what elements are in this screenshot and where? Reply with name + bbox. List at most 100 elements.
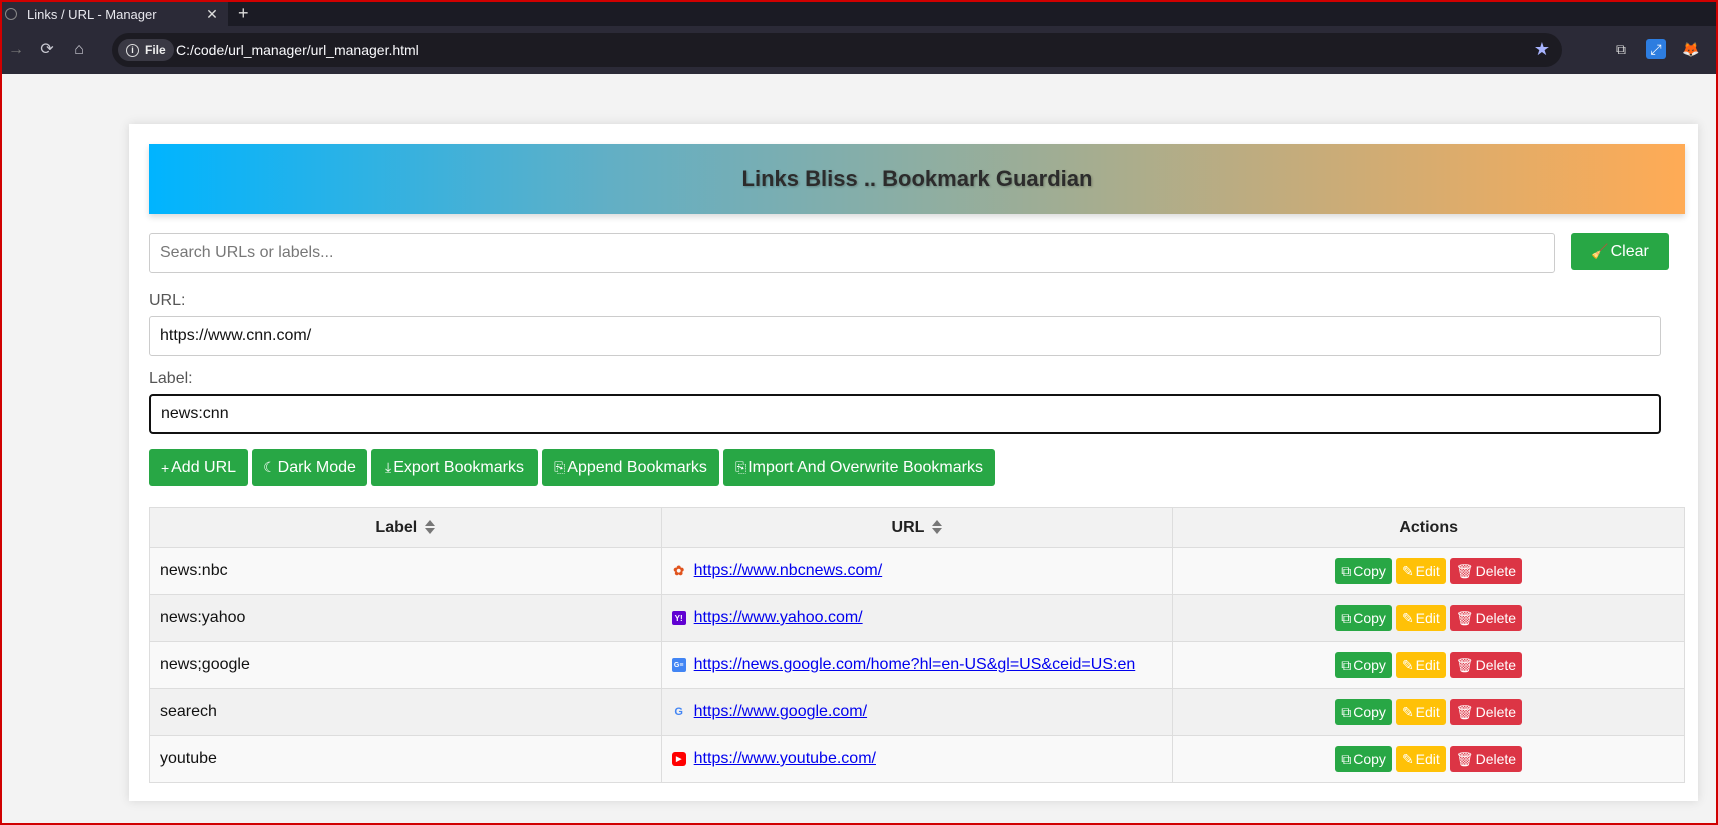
delete-button[interactable]: 🗑 Delete: [1449, 558, 1523, 584]
delete-label: Delete: [1475, 704, 1517, 720]
label-column-header[interactable]: Label: [149, 507, 662, 548]
row-label: youtube: [149, 735, 662, 783]
page-title: Links Bliss .. Bookmark Guardian: [741, 166, 1093, 191]
edit-button[interactable]: ✎ Edit: [1395, 652, 1446, 678]
delete-button[interactable]: 🗑 Delete: [1449, 746, 1523, 772]
site-info-button[interactable]: i File: [118, 39, 174, 61]
browser-toolbar: → ⟳ ⌂ i File C:/code/url_manager/url_man…: [2, 26, 1716, 74]
extension-expand-icon[interactable]: ⤢: [1646, 39, 1666, 59]
add-url-button[interactable]: + Add URL: [149, 449, 248, 486]
edit-label: Edit: [1415, 563, 1440, 579]
nbc-icon: ✿: [673, 563, 685, 578]
address-bar[interactable]: i File C:/code/url_manager/url_manager.h…: [112, 33, 1562, 67]
actions-column-header: Actions: [1172, 507, 1685, 548]
edit-button[interactable]: ✎ Edit: [1395, 746, 1446, 772]
dark-mode-button[interactable]: ☾ Dark Mode: [252, 449, 367, 486]
row-url-cell: G≡ https://news.google.com/home?hl=en-US&…: [660, 641, 1174, 689]
copy-button[interactable]: ⧉ Copy: [1335, 652, 1392, 678]
export-bookmarks-button[interactable]: ⤓ Export Bookmarks: [371, 449, 538, 486]
browser-tab[interactable]: Links / URL - Manager ✕: [2, 2, 228, 26]
row-actions: ⧉ Copy ✎ Edit 🗑 Delete: [1172, 641, 1685, 689]
row-url-link[interactable]: https://www.google.com/: [694, 703, 867, 721]
table-row: news;google G≡ https://news.google.com/hom…: [149, 641, 1685, 689]
download-icon: ⤓: [385, 459, 392, 475]
trash-icon: 🗑: [1455, 703, 1474, 720]
tab-title: Links / URL - Manager: [27, 6, 157, 22]
delete-label: Delete: [1475, 657, 1517, 673]
row-actions: ⧉ Copy ✎ Edit 🗑 Delete: [1172, 547, 1685, 595]
row-url-link[interactable]: https://news.google.com/home?hl=en-US&gl…: [694, 656, 1136, 674]
sort-icon[interactable]: [932, 520, 943, 535]
extension-puzzle-icon[interactable]: ⧉: [1611, 39, 1631, 59]
edit-label: Edit: [1415, 657, 1440, 673]
copy-button[interactable]: ⧉ Copy: [1335, 605, 1392, 631]
youtube-icon: ▶: [671, 752, 686, 766]
google-icon: G: [674, 706, 683, 718]
trash-icon: 🗑: [1455, 562, 1474, 579]
edit-label: Edit: [1415, 751, 1440, 767]
edit-icon: ✎: [1401, 609, 1414, 626]
import-overwrite-button[interactable]: ⎘ Import And Overwrite Bookmarks: [723, 449, 995, 486]
url-header-text: URL: [891, 518, 925, 536]
delete-button[interactable]: 🗑 Delete: [1449, 699, 1523, 725]
edit-icon: ✎: [1401, 750, 1414, 767]
row-actions: ⧉ Copy ✎ Edit 🗑 Delete: [1172, 594, 1685, 642]
yahoo-icon: Y!: [671, 611, 686, 625]
search-input[interactable]: [149, 233, 1555, 273]
forward-arrow-icon[interactable]: →: [4, 38, 28, 62]
clear-button[interactable]: 🧹 Clear: [1571, 233, 1669, 270]
copy-button[interactable]: ⧉ Copy: [1335, 558, 1392, 584]
label-input[interactable]: [149, 394, 1661, 434]
home-icon[interactable]: ⌂: [67, 38, 91, 62]
app-header: Links Bliss .. Bookmark Guardian: [149, 144, 1685, 214]
bookmark-star-icon[interactable]: ★: [1534, 39, 1550, 60]
file-import-icon: ⎘: [554, 459, 566, 475]
copy-icon: ⧉: [1341, 750, 1352, 767]
row-url-link[interactable]: https://www.youtube.com/: [694, 750, 876, 768]
extension-fox-icon[interactable]: 🦊: [1681, 39, 1701, 59]
app-container: Links Bliss .. Bookmark Guardian 🧹 Clear…: [129, 124, 1698, 801]
label-field-label: Label:: [149, 370, 193, 387]
append-label: Append Bookmarks: [567, 458, 707, 476]
delete-button[interactable]: 🗑 Delete: [1449, 605, 1523, 631]
address-text[interactable]: C:/code/url_manager/url_manager.html: [176, 42, 419, 58]
row-url-cell: Ghttps://www.google.com/: [660, 688, 1174, 736]
table-row: news:nbc ✿ https://www.nbcnews.com/ ⧉ Copy ✎ E…: [149, 547, 1685, 595]
plus-icon: +: [160, 459, 170, 476]
copy-button[interactable]: ⧉ Copy: [1335, 699, 1392, 725]
edit-button[interactable]: ✎ Edit: [1395, 605, 1446, 631]
copy-label: Copy: [1353, 563, 1386, 579]
row-url-link[interactable]: https://www.yahoo.com/: [694, 609, 863, 627]
row-url-link[interactable]: https://www.nbcnews.com/: [694, 562, 883, 580]
clear-button-label: Clear: [1610, 242, 1649, 260]
file-import-icon: ⎘: [735, 459, 747, 475]
table-row: youtube ▶ https://www.youtube.com/⧉ Copy ✎ Ed…: [149, 735, 1685, 783]
edit-button[interactable]: ✎ Edit: [1395, 699, 1446, 725]
dark-mode-label: Dark Mode: [277, 458, 356, 476]
edit-label: Edit: [1415, 704, 1440, 720]
new-tab-button[interactable]: +: [238, 2, 249, 26]
reload-icon[interactable]: ⟳: [35, 38, 59, 62]
close-tab-icon[interactable]: ✕: [202, 6, 222, 23]
delete-button[interactable]: 🗑 Delete: [1449, 652, 1523, 678]
add-url-label: Add URL: [171, 458, 237, 476]
row-label: news:nbc: [149, 547, 662, 595]
edit-icon: ✎: [1401, 656, 1414, 673]
sort-icon[interactable]: [425, 520, 436, 535]
append-bookmarks-button[interactable]: ⎘ Append Bookmarks: [542, 449, 719, 486]
copy-icon: ⧉: [1341, 609, 1352, 626]
tab-favicon-icon: [5, 8, 17, 20]
row-label: searech: [149, 688, 662, 736]
broom-icon: 🧹: [1591, 243, 1609, 259]
row-url-cell: ✿ https://www.nbcnews.com/: [660, 547, 1174, 595]
edit-icon: ✎: [1401, 703, 1414, 720]
url-field-label: URL:: [149, 292, 186, 309]
copy-button[interactable]: ⧉ Copy: [1335, 746, 1392, 772]
table-row: searech Ghttps://www.google.com/⧉ Copy ✎ Edi…: [149, 688, 1685, 736]
trash-icon: 🗑: [1455, 656, 1474, 673]
bookmarks-table: Label URL Actions news:nbc ✿ https://www.n…: [149, 507, 1685, 783]
table-row: news:yahoo Y! https://www.yahoo.com/⧉ Copy ✎…: [149, 594, 1685, 642]
edit-button[interactable]: ✎ Edit: [1395, 558, 1446, 584]
url-input[interactable]: [149, 316, 1661, 356]
url-column-header[interactable]: URL: [660, 507, 1174, 548]
